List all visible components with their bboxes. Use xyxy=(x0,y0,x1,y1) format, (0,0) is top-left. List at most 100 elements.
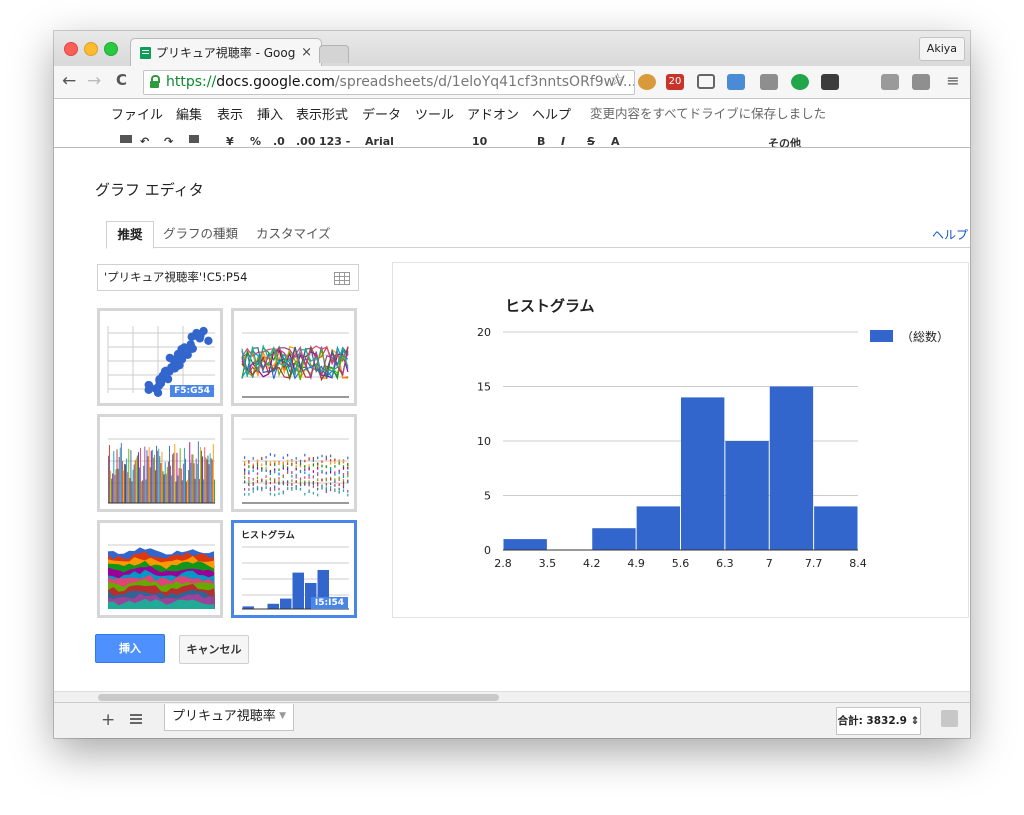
dot-mark xyxy=(334,465,336,468)
data-range-value: 'プリキュア視聴率'!C5:P54 xyxy=(104,270,248,284)
url-input[interactable]: https://docs.google.com/spreadsheets/d/1… xyxy=(143,70,635,95)
column-bar xyxy=(139,467,140,503)
dot-mark xyxy=(330,486,332,489)
column-bar xyxy=(135,458,137,503)
dot-mark xyxy=(252,457,254,460)
column-bar xyxy=(209,453,211,503)
tab-recommended[interactable]: 推奨 xyxy=(106,221,154,249)
paint-format-icon[interactable] xyxy=(189,135,199,143)
column-bar xyxy=(182,463,184,503)
dot-mark xyxy=(325,486,327,490)
chart-thumb-dotted[interactable] xyxy=(231,414,357,512)
help-link[interactable]: ヘルプ xyxy=(932,226,968,243)
dot-mark xyxy=(334,471,336,474)
star-icon[interactable]: ☆ xyxy=(610,70,625,90)
column-bar xyxy=(148,447,150,503)
column-bar xyxy=(142,480,144,503)
sheet-list-icon[interactable] xyxy=(130,714,142,725)
new-tab-button[interactable] xyxy=(319,45,349,63)
minimize-window-icon[interactable] xyxy=(84,42,98,56)
column-bar xyxy=(145,479,147,503)
forward-icon[interactable]: → xyxy=(87,71,101,91)
back-icon[interactable]: ← xyxy=(62,71,76,91)
camera-icon[interactable] xyxy=(760,74,778,90)
grid-select-icon[interactable] xyxy=(334,272,350,285)
reload-icon[interactable]: C xyxy=(116,71,127,89)
print-icon[interactable] xyxy=(120,135,132,143)
dot-mark xyxy=(304,471,306,475)
chart-thumb-column[interactable] xyxy=(97,414,223,512)
close-window-icon[interactable] xyxy=(64,42,78,56)
menu-tools[interactable]: ツール xyxy=(415,104,454,123)
menu-insert[interactable]: 挿入 xyxy=(257,104,283,123)
data-range-input[interactable]: 'プリキュア視聴率'!C5:P54 xyxy=(97,264,359,291)
tab-close-icon[interactable]: × xyxy=(301,39,312,67)
dot-mark xyxy=(342,473,345,476)
column-bar xyxy=(181,480,183,503)
chart-thumb-histogram[interactable]: ヒストグラム I5:I54 xyxy=(231,520,357,618)
scrollbar-thumb[interactable] xyxy=(98,694,499,701)
dot-mark xyxy=(278,477,280,480)
profile-button[interactable]: Akiya xyxy=(918,37,965,61)
dot-mark xyxy=(274,480,276,484)
scatter-point xyxy=(204,336,213,345)
dot-mark xyxy=(248,461,250,464)
sync-icon[interactable] xyxy=(727,74,745,90)
dot-mark xyxy=(304,453,306,457)
column-bar xyxy=(121,461,123,503)
sheet-bar: + プリキュア視聴率 ▼ 合計: 3832.9 ⇕ xyxy=(54,702,970,738)
menu-addons[interactable]: アドオン xyxy=(467,104,519,123)
dot-mark xyxy=(244,472,246,476)
menu-bar: ファイル 編集 表示 挿入 表示形式 データ ツール アドオン ヘルプ 変更内容… xyxy=(54,99,970,125)
dot-mark xyxy=(274,470,276,474)
dot-mark xyxy=(308,457,310,460)
dot-mark xyxy=(312,475,314,479)
tab-chart-types[interactable]: グラフの種類 xyxy=(163,221,238,247)
dot-mark xyxy=(248,488,250,491)
menu-file[interactable]: ファイル xyxy=(111,104,163,123)
browser-tab[interactable]: プリキュア視聴率 - Google × xyxy=(130,38,322,67)
chart-thumb-line[interactable] xyxy=(231,308,357,406)
menu-help[interactable]: ヘルプ xyxy=(532,104,571,123)
hamburger-icon[interactable]: ≡ xyxy=(944,73,962,90)
dot-mark xyxy=(274,468,276,471)
calendar-icon[interactable]: 20 xyxy=(666,74,684,90)
column-bar xyxy=(125,464,127,503)
cancel-button[interactable]: キャンセル xyxy=(179,635,249,664)
dot-mark xyxy=(265,475,267,478)
tab-customize[interactable]: カスタマイズ xyxy=(256,221,331,247)
explore-icon[interactable] xyxy=(941,710,958,727)
column-bar xyxy=(140,447,141,503)
menu-edit[interactable]: 編集 xyxy=(176,104,202,123)
dot-mark xyxy=(278,468,280,472)
chart-thumb-area[interactable] xyxy=(97,520,223,618)
menu-data[interactable]: データ xyxy=(362,104,401,123)
s-icon[interactable] xyxy=(881,74,899,90)
menu-view[interactable]: 表示 xyxy=(217,104,243,123)
shield-icon[interactable] xyxy=(912,74,930,90)
sum-indicator[interactable]: 合計: 3832.9 ⇕ xyxy=(836,707,921,735)
insert-button[interactable]: 挿入 xyxy=(95,634,165,663)
cast-icon[interactable] xyxy=(697,74,715,89)
add-sheet-button[interactable]: + xyxy=(101,710,115,730)
column-bar xyxy=(137,452,139,503)
menu-format[interactable]: 表示形式 xyxy=(296,104,348,123)
dot-mark xyxy=(261,457,263,460)
dot-mark xyxy=(321,469,323,473)
zoom-window-icon[interactable] xyxy=(104,42,118,56)
sheet-tab[interactable]: プリキュア視聴率 ▼ xyxy=(164,704,294,731)
column-bar xyxy=(149,467,151,503)
url-host: docs.google.com xyxy=(216,74,335,90)
chevron-down-icon[interactable]: ▼ xyxy=(279,704,286,729)
chart-thumb-scatter[interactable]: F5:G54 xyxy=(97,308,223,406)
cookie-icon[interactable] xyxy=(638,74,656,90)
dot-mark xyxy=(244,480,246,484)
menu-box-icon[interactable] xyxy=(821,74,839,90)
d-icon[interactable] xyxy=(791,74,809,90)
browser-window: プリキュア視聴率 - Google × Akiya ← → C https://… xyxy=(54,31,970,738)
column-bar xyxy=(120,442,122,503)
dot-mark xyxy=(291,462,293,466)
column-bar xyxy=(158,448,160,503)
dot-mark xyxy=(321,454,323,458)
dot-mark xyxy=(265,462,267,466)
